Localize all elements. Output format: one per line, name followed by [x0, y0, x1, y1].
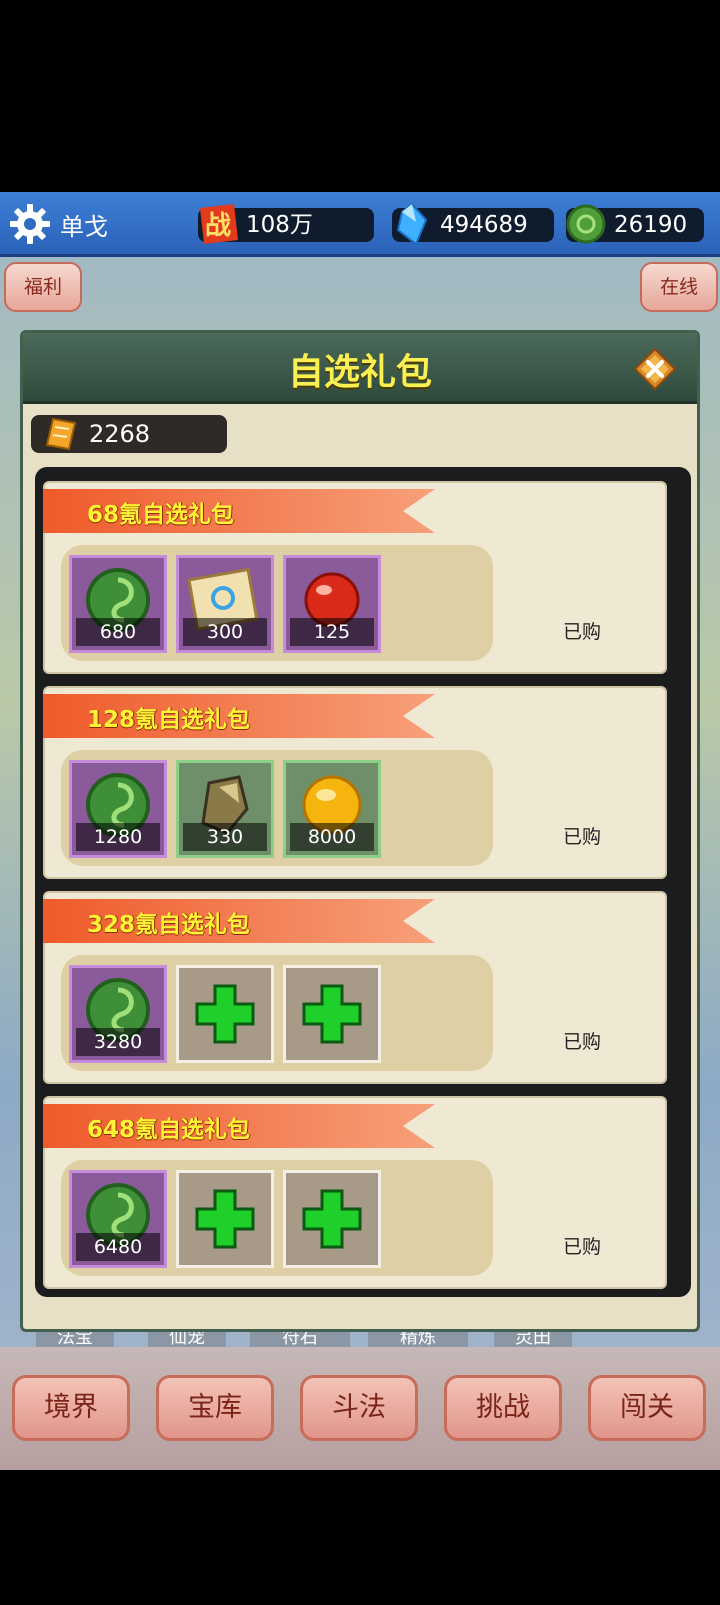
- crystal-value: 494689: [440, 212, 528, 238]
- battle-power-display: 战 108万: [198, 204, 374, 244]
- nav-baoku[interactable]: 宝库: [156, 1375, 274, 1441]
- dialog-title: 自选礼包: [287, 352, 432, 393]
- green-jade-icon: [566, 204, 606, 244]
- jade-display: 26190: [566, 204, 704, 244]
- pack-list[interactable]: 68氪自选礼包 680 300 125 已购 128氪自选礼包 1280 330…: [35, 467, 691, 1297]
- svg-text:战: 战: [205, 211, 231, 241]
- nav-jingjie[interactable]: 境界: [12, 1375, 130, 1441]
- purchased-status: 已购: [563, 826, 602, 848]
- item-quantity: 8000: [290, 823, 374, 851]
- pack-title: 68氪自选礼包: [87, 502, 235, 528]
- purchased-status: 已购: [563, 1031, 602, 1053]
- item-slot[interactable]: 3280: [69, 965, 167, 1063]
- pack-card: 328氪自选礼包 3280 已购: [43, 891, 667, 1084]
- item-slot[interactable]: 6480: [69, 1170, 167, 1268]
- game-screen: 单戈 战 108万 494689 26190 福利 在线 法宝 仙宠 符石 精炼…: [0, 192, 720, 1470]
- purchased-status: 已购: [563, 621, 602, 643]
- ticket-icon: [45, 417, 77, 451]
- crystal-display: 494689: [392, 202, 554, 246]
- plus-icon: [195, 1189, 255, 1249]
- plus-icon: [302, 1189, 362, 1249]
- purchased-status: 已购: [563, 1236, 602, 1258]
- add-item-slot[interactable]: [176, 965, 274, 1063]
- battle-power-value: 108万: [246, 212, 313, 238]
- blue-crystal-icon: [396, 202, 428, 246]
- bottom-nav: 境界 宝库 斗法 挑战 闯关: [0, 1347, 720, 1470]
- close-icon[interactable]: [633, 347, 677, 391]
- add-item-slot[interactable]: [176, 1170, 274, 1268]
- plus-icon: [302, 984, 362, 1044]
- dialog-header: 自选礼包: [23, 333, 697, 404]
- item-tray: 1280 330 8000: [61, 750, 493, 866]
- plus-icon: [195, 984, 255, 1044]
- nav-doufa[interactable]: 斗法: [300, 1375, 418, 1441]
- add-item-slot[interactable]: [283, 965, 381, 1063]
- pack-title: 128氪自选礼包: [87, 707, 251, 733]
- item-tray: 3280: [61, 955, 493, 1071]
- battle-power-icon: 战: [200, 204, 238, 244]
- item-slot[interactable]: 680: [69, 555, 167, 653]
- top-bar: 单戈 战 108万 494689 26190: [0, 192, 720, 257]
- welfare-button[interactable]: 福利: [4, 262, 82, 312]
- item-tray: 6480: [61, 1160, 493, 1276]
- pack-card: 648氪自选礼包 6480 已购: [43, 1096, 667, 1289]
- pack-card: 68氪自选礼包 680 300 125 已购: [43, 481, 667, 674]
- nav-tiaozhan[interactable]: 挑战: [444, 1375, 562, 1441]
- item-slot[interactable]: 300: [176, 555, 274, 653]
- item-quantity: 330: [183, 823, 267, 851]
- jade-value: 26190: [614, 212, 688, 238]
- item-slot[interactable]: 1280: [69, 760, 167, 858]
- gift-pack-dialog: 自选礼包 2268 68氪自选礼包 680 300 125 已购 128氪自选礼…: [20, 330, 700, 1332]
- item-quantity: 6480: [76, 1233, 160, 1261]
- pack-title: 328氪自选礼包: [87, 912, 251, 938]
- nav-chuangguan[interactable]: 闯关: [588, 1375, 706, 1441]
- pack-title: 648氪自选礼包: [87, 1117, 251, 1143]
- ticket-value: 2268: [89, 420, 151, 448]
- item-slot[interactable]: 330: [176, 760, 274, 858]
- player-name: 单戈: [60, 213, 108, 241]
- pack-card: 128氪自选礼包 1280 330 8000 已购: [43, 686, 667, 879]
- item-quantity: 300: [183, 618, 267, 646]
- item-slot[interactable]: 125: [283, 555, 381, 653]
- gear-icon[interactable]: [8, 202, 52, 246]
- item-quantity: 680: [76, 618, 160, 646]
- item-quantity: 125: [290, 618, 374, 646]
- add-item-slot[interactable]: [283, 1170, 381, 1268]
- item-quantity: 1280: [76, 823, 160, 851]
- online-button[interactable]: 在线: [640, 262, 718, 312]
- item-tray: 680 300 125: [61, 545, 493, 661]
- ticket-balance: 2268: [31, 415, 227, 453]
- item-quantity: 3280: [76, 1028, 160, 1056]
- item-slot[interactable]: 8000: [283, 760, 381, 858]
